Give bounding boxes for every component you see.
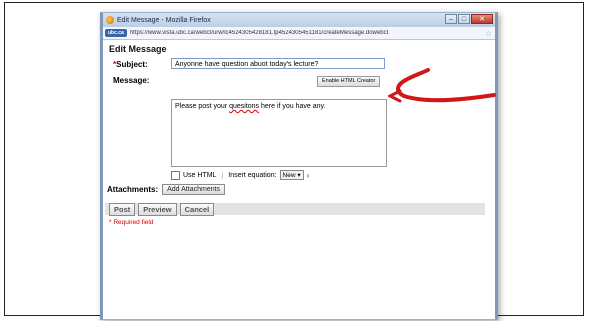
post-button[interactable]: Post bbox=[109, 202, 136, 216]
message-label: Message: bbox=[113, 76, 150, 85]
action-bar: Post Preview Cancel bbox=[105, 202, 485, 216]
address-bar[interactable]: ubc.ca https://www.vista.ubc.ca/webct/ur… bbox=[103, 27, 495, 40]
message-text-prefix: Please post your bbox=[175, 103, 230, 110]
message-textarea[interactable]: Please post your quesitons here if you h… bbox=[171, 99, 387, 167]
maximize-button[interactable]: □ bbox=[458, 14, 470, 24]
go-arrow-icon[interactable]: › bbox=[307, 171, 310, 180]
window-controls: – □ ✕ bbox=[445, 14, 493, 24]
subject-input[interactable]: Anyonne have question abuot today's lect… bbox=[171, 58, 385, 69]
close-button[interactable]: ✕ bbox=[471, 14, 493, 24]
use-html-checkbox[interactable] bbox=[171, 170, 180, 180]
site-identity-badge[interactable]: ubc.ca bbox=[105, 29, 127, 37]
bookmark-star-icon[interactable]: ☆ bbox=[485, 29, 492, 38]
attachments-row: Attachments: Add Attachments bbox=[107, 184, 226, 195]
message-text-misspelled: quesitons bbox=[229, 103, 260, 110]
message-options: Use HTML | Insert equation: New ▾ › bbox=[171, 170, 309, 180]
annotation-arrow-icon bbox=[388, 68, 496, 103]
url-text[interactable]: https://www.vista.ubc.ca/webct/urw/lc452… bbox=[130, 30, 485, 36]
attachments-label: Attachments: bbox=[107, 185, 159, 194]
page-title: Edit Message bbox=[109, 44, 167, 54]
use-html-label: Use HTML bbox=[183, 171, 217, 179]
firefox-icon bbox=[106, 16, 114, 24]
title-bar: Edit Message - Mozilla Firefox – □ ✕ bbox=[103, 13, 495, 27]
enable-html-creator-button[interactable]: Enable HTML Creator bbox=[317, 76, 381, 87]
subject-label-text: Subject: bbox=[116, 60, 148, 69]
insert-equation-label: Insert equation: bbox=[228, 171, 277, 179]
browser-window: Edit Message - Mozilla Firefox – □ ✕ ubc… bbox=[100, 12, 498, 320]
required-field-note: * Required field bbox=[109, 219, 154, 226]
cancel-button[interactable]: Cancel bbox=[179, 202, 215, 216]
subject-label: *Subject: bbox=[113, 60, 148, 69]
equation-select[interactable]: New ▾ bbox=[279, 170, 304, 180]
equation-select-value: New bbox=[282, 172, 296, 179]
minimize-button[interactable]: – bbox=[445, 14, 457, 24]
window-title: Edit Message - Mozilla Firefox bbox=[117, 16, 211, 24]
preview-button[interactable]: Preview bbox=[138, 202, 177, 216]
add-attachments-button[interactable]: Add Attachments bbox=[162, 184, 226, 195]
divider: | bbox=[221, 171, 224, 179]
message-text-suffix: here if you have any. bbox=[259, 103, 326, 110]
